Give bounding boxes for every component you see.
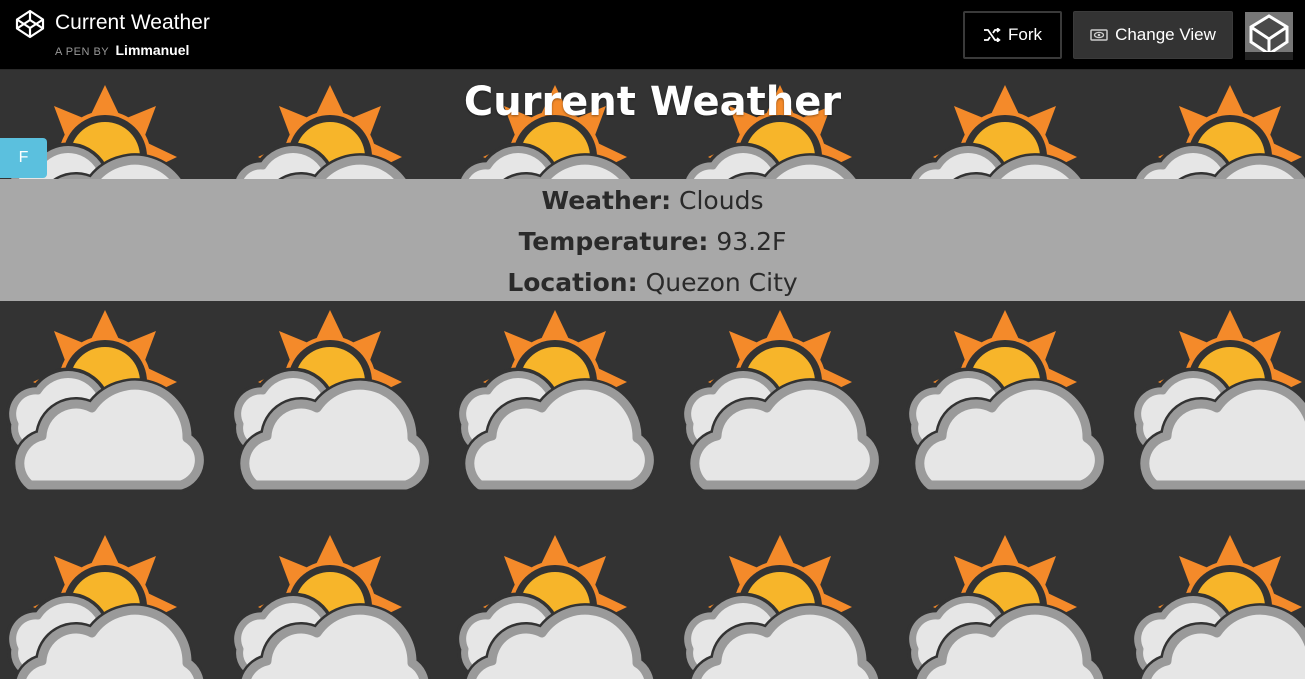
weather-label: Weather: (541, 186, 672, 215)
weather-row: Weather: Clouds (0, 181, 1305, 221)
codepen-logo-icon[interactable] (14, 8, 46, 40)
codepen-header: Current Weather A PEN BY Limmanuel Fork … (0, 0, 1305, 70)
change-view-label: Change View (1115, 25, 1216, 44)
location-label: Location: (507, 268, 638, 297)
user-avatar[interactable] (1245, 12, 1293, 60)
fork-icon (984, 28, 1001, 42)
partly-cloudy-icon-row-3 (5, 507, 1305, 679)
unit-toggle-button[interactable]: F (0, 138, 47, 178)
pen-title[interactable]: Current Weather (55, 9, 210, 37)
weather-info-panel: Weather: Clouds Temperature: 93.2F Locat… (0, 179, 1305, 301)
temperature-label: Temperature: (518, 227, 709, 256)
location-row: Location: Quezon City (0, 263, 1305, 303)
weather-value: Clouds (679, 186, 764, 215)
pen-author-line: A PEN BY Limmanuel (55, 42, 189, 60)
page-title: Current Weather (463, 79, 842, 125)
temperature-value: 93.2F (716, 227, 787, 256)
location-value: Quezon City (645, 268, 798, 297)
change-view-button[interactable]: Change View (1073, 11, 1233, 59)
temperature-row: Temperature: 93.2F (0, 222, 1305, 262)
pen-by-prefix: A PEN BY (55, 46, 109, 58)
eye-icon (1090, 29, 1108, 41)
weather-background (0, 77, 1305, 679)
fork-label: Fork (1008, 25, 1042, 44)
fork-button[interactable]: Fork (963, 11, 1062, 59)
partly-cloudy-icon-row-2 (5, 282, 1305, 485)
author-link[interactable]: Limmanuel (116, 42, 190, 58)
